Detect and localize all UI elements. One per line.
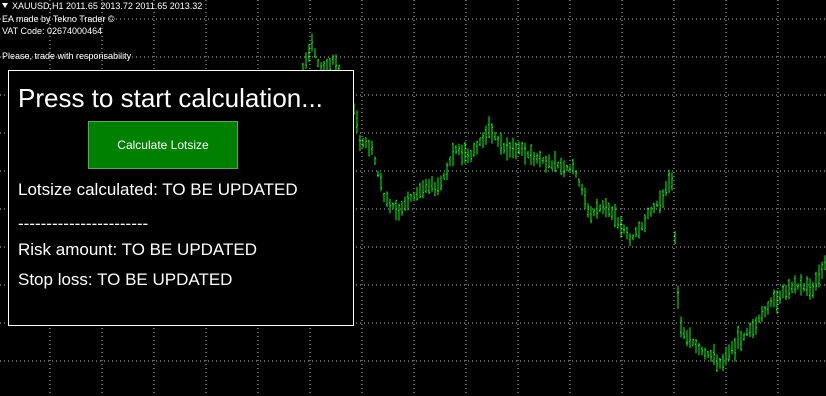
stop-loss-result: Stop loss: TO BE UPDATED [18,270,233,289]
symbol-header-text: XAUUSD,H1 2011.65 2013.72 2011.65 2013.3… [12,1,203,11]
lotsize-result: Lotsize calculated: TO BE UPDATED [18,180,298,199]
separator: ----------------------- [18,214,149,233]
symbol-header[interactable]: XAUUSD,H1 2011.65 2013.72 2011.65 2013.3… [2,1,202,12]
price-bars [299,33,826,372]
trade-warning-label: Please, trade with responsability [2,51,132,61]
lotsize-calculator-panel: Press to start calculation... Calculate … [8,70,354,326]
calculate-lotsize-button[interactable]: Calculate Lotsize [88,121,238,169]
vat-code-label: VAT Code: 02674000464 [2,26,103,36]
panel-title: Press to start calculation... [18,83,323,113]
ea-author-label: EA made by Tekno Trader © [2,14,115,24]
dropdown-triangle-icon[interactable] [2,3,8,8]
risk-amount-result: Risk amount: TO BE UPDATED [18,240,258,259]
